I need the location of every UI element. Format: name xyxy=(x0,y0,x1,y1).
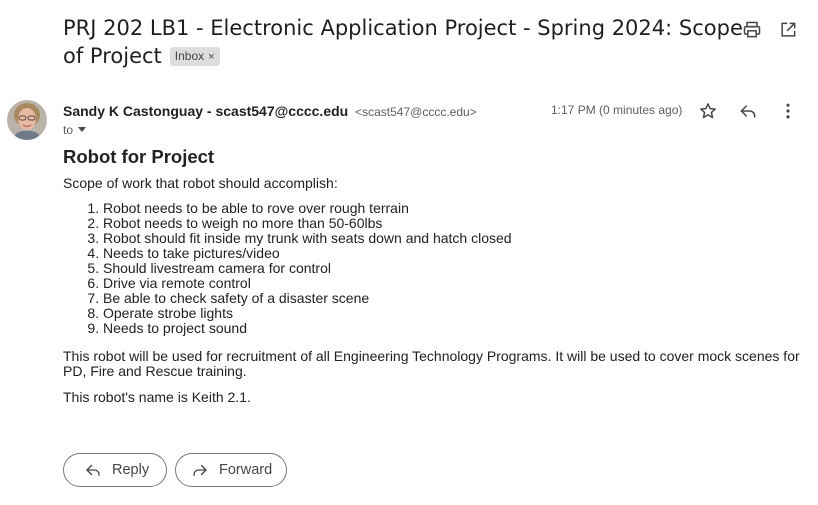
inbox-label-text: Inbox xyxy=(174,49,205,63)
more-vert-icon[interactable] xyxy=(778,101,798,121)
sender-email: <scast547@cccc.edu> xyxy=(355,105,477,119)
message-time: 1:17 PM (0 minutes ago) xyxy=(551,103,683,117)
list-item: Drive via remote control xyxy=(103,276,803,291)
body-closing: This robot's name is Keith 2.1. xyxy=(63,389,251,405)
remove-label-icon[interactable]: × xyxy=(208,51,214,63)
list-item: Should livestream camera for control xyxy=(103,261,803,276)
email-subject: PRJ 202 LB1 - Electronic Application Pro… xyxy=(63,14,743,70)
body-intro: Scope of work that robot should accompli… xyxy=(63,175,338,191)
body-heading: Robot for Project xyxy=(63,146,215,167)
printer-icon[interactable] xyxy=(742,20,762,40)
to-label: to xyxy=(63,123,74,137)
body-paragraph: This robot will be used for recruitment … xyxy=(63,348,800,379)
list-item: Needs to project sound xyxy=(103,321,803,336)
message-body: Robot for Project Scope of work that rob… xyxy=(63,146,803,405)
email-view: PRJ 202 LB1 - Electronic Application Pro… xyxy=(0,0,818,505)
reply-icon[interactable] xyxy=(738,101,758,121)
chevron-down-icon xyxy=(78,127,87,132)
reply-icon xyxy=(86,464,100,476)
sender-avatar[interactable] xyxy=(7,100,47,140)
list-item: Be able to check safety of a disaster sc… xyxy=(103,291,803,306)
inbox-label-chip[interactable]: Inbox × xyxy=(169,47,220,66)
scope-list: Robot needs to be able to rove over roug… xyxy=(63,201,803,336)
forward-icon xyxy=(193,464,207,476)
star-icon[interactable] xyxy=(698,101,718,121)
sender-line: Sandy K Castonguay - scast547@cccc.edu <… xyxy=(63,102,477,121)
list-item: Robot needs to be able to rove over roug… xyxy=(103,201,803,216)
reply-label: Reply xyxy=(112,462,150,478)
reply-button[interactable]: Reply xyxy=(63,453,167,487)
list-item: Robot should fit inside my trunk with se… xyxy=(103,231,803,246)
list-item: Needs to take pictures/video xyxy=(103,246,803,261)
open-in-new-window-icon[interactable] xyxy=(778,20,798,40)
forward-button[interactable]: Forward xyxy=(175,453,287,487)
forward-label: Forward xyxy=(219,462,273,478)
recipients-toggle[interactable]: to xyxy=(63,122,87,138)
subject-text: PRJ 202 LB1 - Electronic Application Pro… xyxy=(63,16,743,68)
sender-name[interactable]: Sandy K Castonguay - scast547@cccc.edu xyxy=(63,103,348,119)
list-item: Operate strobe lights xyxy=(103,306,803,321)
list-item: Robot needs to weigh no more than 50-60l… xyxy=(103,216,803,231)
